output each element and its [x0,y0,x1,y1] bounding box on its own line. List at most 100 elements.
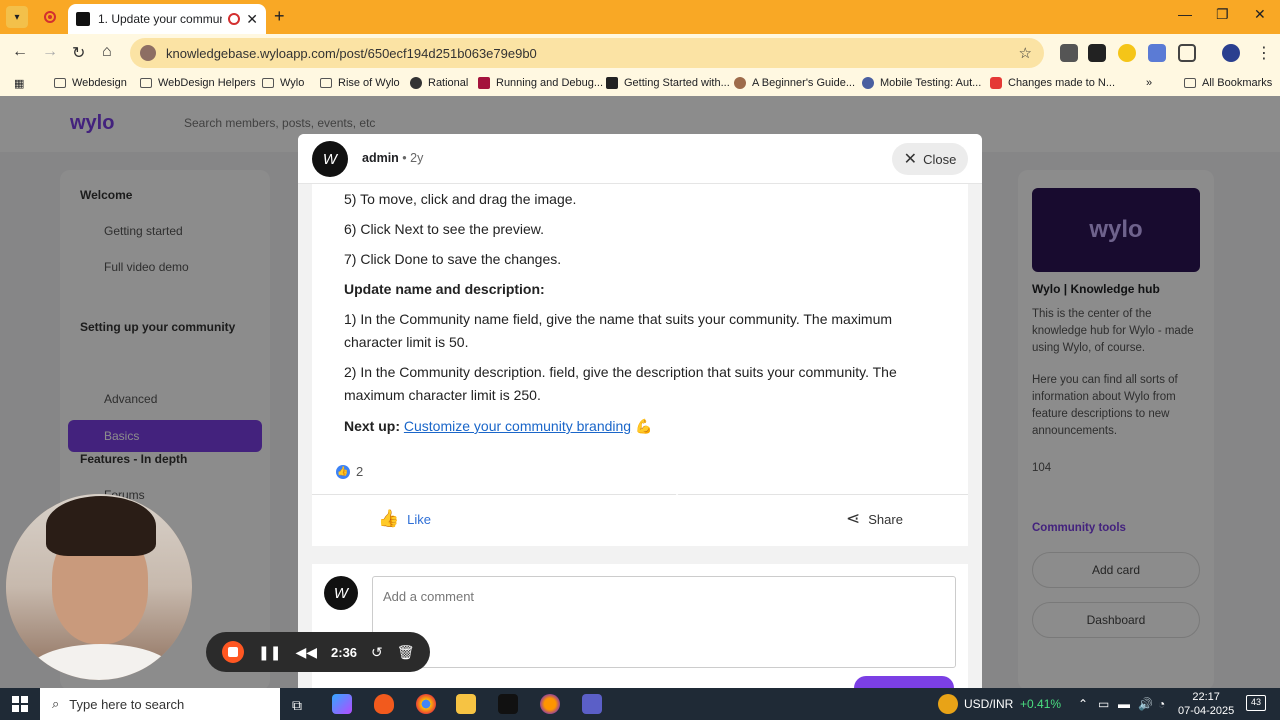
bookmark-webdesign-helpers[interactable]: WebDesign Helpers [140,77,256,89]
browser-tab-bar: ▾ 1. Update your community ✕ + — ❐ ✕ [0,0,1280,34]
modal-header: W admin • 2y ✕ Close [298,134,982,184]
bookmark-label: Wylo [280,77,305,89]
share-label: Share [868,511,903,527]
wylo-favicon-icon [76,12,90,26]
close-label: Close [923,151,957,167]
site-info-icon[interactable] [140,45,156,61]
window-close-button[interactable]: ✕ [1254,6,1266,23]
next-up-line: Next up: Customize your community brandi… [344,415,944,438]
notification-count: 43 [1250,697,1261,707]
figma-icon[interactable] [498,694,518,714]
ticker-label[interactable]: USD/INR [964,697,1013,711]
author-name[interactable]: admin [362,151,399,165]
bookmark-beginners-guide[interactable]: A Beginner's Guide... [734,77,855,89]
bookmark-running-debug[interactable]: Running and Debug... [478,77,603,89]
close-button[interactable]: ✕ Close [892,143,968,175]
maximize-button[interactable]: ❐ [1216,6,1229,23]
ticker-change: +0.41% [1020,697,1062,711]
tab-close-icon[interactable]: ✕ [246,11,258,28]
post-paragraph: 7) Click Done to save the changes. [344,251,562,267]
bookmark-rise-of-wylo[interactable]: Rise of Wylo [320,77,400,89]
pause-icon[interactable]: ❚❚ [258,644,281,661]
book-icon [606,77,618,89]
bookmark-label: WebDesign Helpers [158,77,256,89]
post-age: • 2y [398,151,424,165]
reload-button[interactable]: ↻ [72,43,85,63]
tray-overflow-icon[interactable]: ⌃ [1078,697,1088,711]
clock-date: 07-04-2025 [1178,705,1235,717]
restart-icon[interactable]: ↺ [371,644,383,661]
extension-pen-icon[interactable] [1060,44,1078,62]
bookmark-star-icon[interactable]: ☆ [1019,44,1032,62]
bookmark-getting-started[interactable]: Getting Started with... [606,77,730,89]
brave-icon[interactable] [374,694,394,714]
wifi-icon[interactable]: ◔ [1158,697,1165,711]
bookmark-wylo[interactable]: Wylo [262,77,304,89]
network-icon[interactable]: ▭ [1098,697,1109,711]
stop-recording-button[interactable] [222,641,244,663]
next-up-link[interactable]: Customize your community branding [404,418,631,434]
tab-search-chevron-icon[interactable]: ▾ [6,6,28,28]
chrome-icon[interactable] [416,694,436,714]
taskbar-search[interactable]: ⌕ Type here to search [40,688,280,720]
bookmark-changes-made[interactable]: Changes made to N... [990,77,1115,89]
system-clock[interactable]: 22:17 07-04-2025 [1178,690,1234,718]
battery-icon[interactable]: ▬ [1118,697,1130,711]
task-view-icon[interactable]: ⧉ [292,697,302,714]
back-button[interactable]: ← [12,43,28,61]
webcam-overlay[interactable] [6,494,192,680]
recorder-controls: ❚❚ ◀◀ 2:36 ↺ 🗑 [206,632,430,672]
forward-button[interactable]: → [42,43,58,61]
flexed-biceps-icon: 💪 [635,418,653,434]
testing-icon [862,77,874,89]
browser-menu-icon[interactable]: ⋮ [1256,43,1272,63]
address-bar[interactable]: knowledgebase.wyloapp.com/post/650ecf194… [130,38,1044,68]
windows-start-icon[interactable] [12,696,28,712]
reaction-summary[interactable]: 👍 2 [336,464,363,479]
post-paragraph: 1) In the Community name field, give the… [344,311,893,350]
browser-tab-active[interactable]: 1. Update your community ✕ [68,4,266,34]
author-avatar[interactable]: W [312,141,348,177]
comment-input[interactable]: Add a comment [372,576,956,668]
copilot-icon[interactable] [332,694,352,714]
teams-icon[interactable] [582,694,602,714]
notifications-icon[interactable]: 43 [1246,695,1266,711]
post-comment-button[interactable] [854,676,954,688]
extension-rocket-icon[interactable] [1148,44,1166,62]
recording-indicator-icon [44,11,56,23]
extension-circle-icon[interactable] [1118,44,1136,62]
url-text: knowledgebase.wyloapp.com/post/650ecf194… [166,45,537,61]
extension-formula-icon[interactable] [1088,44,1106,62]
debug-icon [478,77,490,89]
reaction-count: 2 [356,464,364,479]
profile-avatar-icon[interactable] [1222,44,1240,62]
home-button[interactable]: ⌂ [102,43,112,61]
new-tab-button[interactable]: + [274,6,285,27]
rewind-icon[interactable]: ◀◀ [295,644,317,661]
stock-ticker-icon [938,694,958,714]
minimize-button[interactable]: — [1178,6,1192,22]
folder-icon [320,78,332,88]
bookmark-mobile-testing[interactable]: Mobile Testing: Aut... [862,77,981,89]
file-explorer-icon[interactable] [456,694,476,714]
post-paragraph: 5) To move, click and drag the image. [344,191,577,207]
like-button[interactable]: 👍 Like [378,509,431,529]
extensions-puzzle-icon[interactable] [1178,44,1196,62]
bookmark-webdesign[interactable]: Webdesign [54,77,127,89]
trash-icon[interactable]: 🗑 [397,644,415,661]
folder-icon [1184,78,1196,88]
apps-grid-icon[interactable]: ▦ [14,77,24,90]
all-bookmarks[interactable]: All Bookmarks [1184,77,1272,89]
bookmarks-overflow-icon[interactable]: » [1146,77,1152,89]
firefox-icon[interactable] [540,694,560,714]
author-line: admin • 2y [362,151,423,165]
bookmark-label: Running and Debug... [496,77,604,89]
bookmark-rational[interactable]: Rational [410,77,468,89]
tab-recording-icon [228,13,241,25]
search-icon: ⌕ [52,696,60,711]
share-button[interactable]: ⋖ Share [846,509,903,529]
post-body: 5) To move, click and drag the image. 6)… [312,184,968,546]
volume-icon[interactable]: 🔊 [1138,697,1153,711]
webcam-person-hair [46,496,156,556]
thumbs-up-icon: 👍 [336,464,350,479]
